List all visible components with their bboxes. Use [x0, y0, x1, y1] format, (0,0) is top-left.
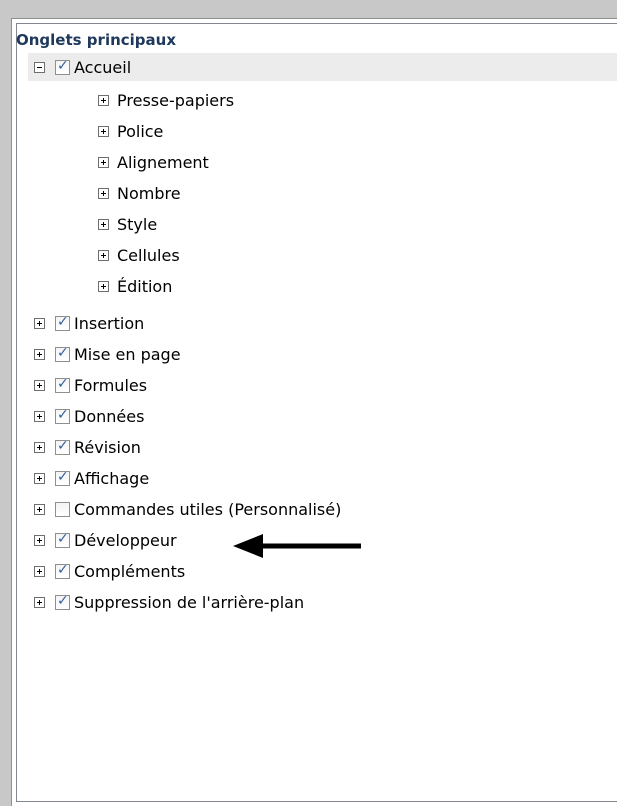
tree-item-label: Développeur	[74, 530, 177, 550]
tree-item-label: Révision	[74, 437, 141, 457]
tree-child-label: Nombre	[117, 183, 181, 203]
plus-box-icon[interactable]	[34, 317, 45, 329]
tree-child-cellules[interactable]: Cellules	[98, 241, 180, 269]
tree-child-police[interactable]: Police	[98, 117, 163, 145]
tree-item-label: Compléments	[74, 561, 186, 581]
tree-item-developpeur[interactable]: Développeur	[34, 526, 177, 554]
tree-child-label: Édition	[117, 276, 173, 296]
plus-box-icon[interactable]	[34, 441, 45, 453]
tree-item-label: Mise en page	[74, 344, 181, 364]
checkbox-insertion[interactable]	[55, 314, 70, 331]
plus-box-icon[interactable]	[34, 379, 45, 391]
plus-box-icon[interactable]	[34, 565, 45, 577]
tree-item-accueil[interactable]: Accueil	[28, 53, 617, 81]
tree-child-label: Presse-papiers	[117, 90, 235, 110]
tree-item-complements[interactable]: Compléments	[34, 557, 185, 585]
tree-item-label: Données	[74, 406, 145, 426]
plus-box-icon[interactable]	[98, 249, 109, 261]
tree-child-label: Style	[117, 214, 158, 234]
left-arrow-icon	[233, 534, 361, 558]
tree-item-donnees[interactable]: Données	[34, 402, 144, 430]
checkbox-formules[interactable]	[55, 376, 70, 393]
plus-box-icon[interactable]	[34, 534, 45, 546]
plus-box-icon[interactable]	[34, 596, 45, 608]
plus-box-icon[interactable]	[98, 156, 109, 168]
tree-item-affichage[interactable]: Affichage	[34, 464, 149, 492]
checkbox-donnees[interactable]	[55, 407, 70, 424]
checkbox-developpeur[interactable]	[55, 531, 70, 548]
tree-item-commandes-utiles[interactable]: Commandes utiles (Personnalisé)	[34, 495, 341, 523]
plus-box-icon[interactable]	[34, 348, 45, 360]
plus-box-icon[interactable]	[98, 94, 109, 106]
tree-child-presse-papiers[interactable]: Presse-papiers	[98, 86, 234, 114]
checkbox-affichage[interactable]	[55, 469, 70, 486]
tree-item-label: Commandes utiles (Personnalisé)	[74, 499, 342, 519]
checkbox-revision[interactable]	[55, 438, 70, 455]
plus-box-icon[interactable]	[34, 503, 45, 515]
plus-box-icon[interactable]	[98, 218, 109, 230]
checkbox-mise-en-page[interactable]	[55, 345, 70, 362]
tree-item-revision[interactable]: Révision	[34, 433, 141, 461]
tree-child-label: Alignement	[117, 152, 209, 172]
checkbox-complements[interactable]	[55, 562, 70, 579]
plus-box-icon[interactable]	[34, 472, 45, 484]
minus-box-icon[interactable]	[34, 61, 45, 73]
tree-child-nombre[interactable]: Nombre	[98, 179, 181, 207]
tree-item-suppression-arriere-plan[interactable]: Suppression de l'arrière-plan	[34, 588, 304, 616]
plus-box-icon[interactable]	[98, 280, 109, 292]
plus-box-icon[interactable]	[98, 125, 109, 137]
tree-item-label: Suppression de l'arrière-plan	[74, 592, 305, 612]
tree-header: Onglets principaux	[16, 31, 177, 49]
tree-child-style[interactable]: Style	[98, 210, 157, 238]
checkbox-accueil[interactable]	[55, 58, 70, 75]
tree-item-label: Formules	[74, 375, 148, 395]
tree-child-edition[interactable]: Édition	[98, 272, 172, 300]
tree-child-label: Cellules	[117, 245, 180, 265]
checkbox-suppression-arriere-plan[interactable]	[55, 593, 70, 610]
tree-item-formules[interactable]: Formules	[34, 371, 147, 399]
tree-item-label: Affichage	[74, 468, 150, 488]
tree-item-label: Insertion	[74, 313, 145, 333]
tree-child-alignement[interactable]: Alignement	[98, 148, 209, 176]
tree-item-label: Accueil	[74, 57, 132, 77]
plus-box-icon[interactable]	[34, 410, 45, 422]
tree-child-label: Police	[117, 121, 164, 141]
tree-item-insertion[interactable]: Insertion	[34, 309, 144, 337]
tree-item-mise-en-page[interactable]: Mise en page	[34, 340, 181, 368]
checkbox-commandes-utiles[interactable]	[55, 501, 70, 517]
plus-box-icon[interactable]	[98, 187, 109, 199]
